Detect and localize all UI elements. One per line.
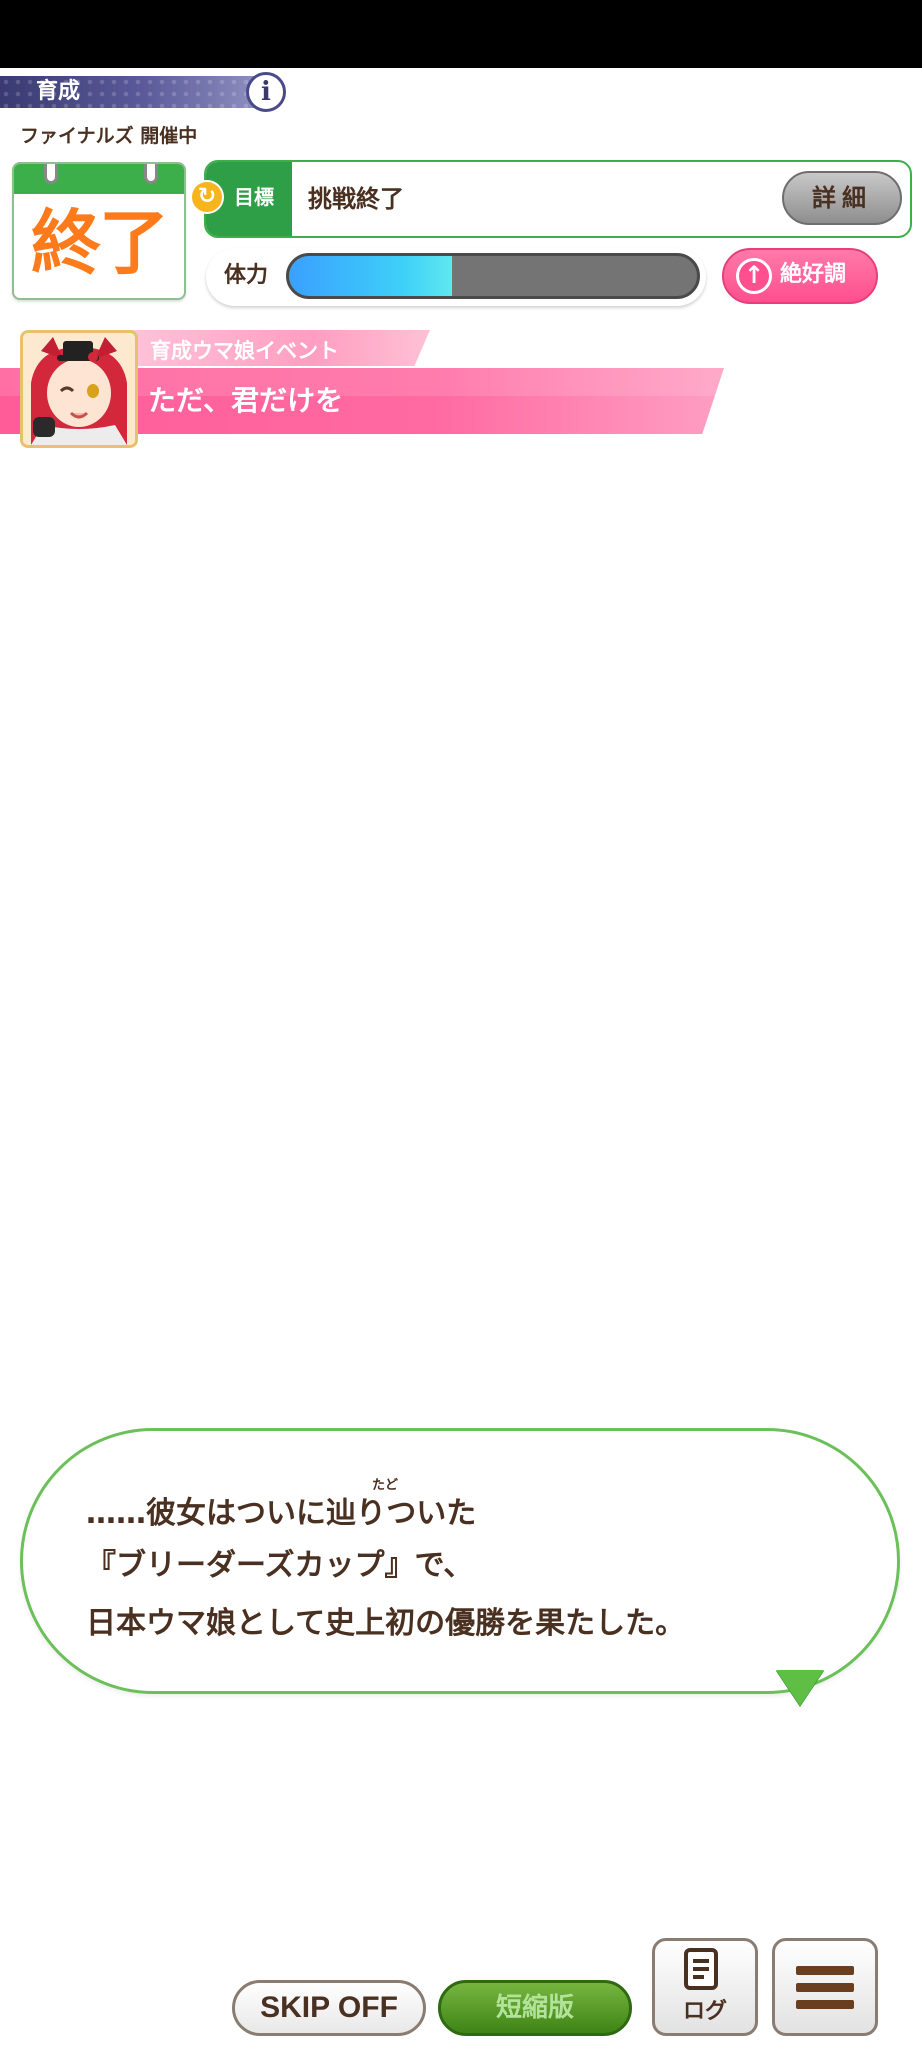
stamina-bar bbox=[286, 253, 700, 299]
detail-button[interactable]: 詳細 bbox=[782, 171, 902, 225]
stamina-label: 体力 bbox=[224, 263, 269, 288]
turn-calendar: 終了 bbox=[12, 162, 186, 300]
dialogue-line: ……彼女はついに辿りついた bbox=[86, 1496, 477, 1531]
calendar-ring-icon bbox=[144, 164, 158, 184]
skip-toggle-button[interactable]: SKIP OFF bbox=[232, 1980, 426, 2036]
calendar-header bbox=[14, 164, 184, 194]
dialogue-line: 『ブリーダーズカップ』で、 bbox=[86, 1548, 474, 1583]
stamina-fill bbox=[289, 256, 453, 296]
header-title: 育成 bbox=[36, 79, 81, 104]
calendar-turn-text: 終了 bbox=[31, 202, 169, 284]
system-status-bar bbox=[0, 0, 922, 68]
info-button[interactable]: i bbox=[246, 72, 286, 112]
info-icon: i bbox=[261, 77, 271, 107]
calendar-ring-icon bbox=[44, 164, 58, 184]
goal-text: 挑戦終了 bbox=[308, 185, 404, 213]
mood-label: 絶好調 bbox=[780, 262, 847, 287]
character-portrait-art bbox=[23, 333, 135, 445]
finals-status-label: ファイナルズ 開催中 bbox=[20, 125, 198, 147]
event-category-label: 育成ウマ娘イベント bbox=[150, 339, 339, 363]
career-event-screen: 育成 i ファイナルズ 開催中 終了 ↻ 目標 挑戦終了 詳細 体力 ↑ 絶好調… bbox=[0, 0, 922, 2048]
header-tab: 育成 bbox=[0, 76, 260, 108]
menu-icon bbox=[796, 1966, 854, 2009]
next-arrow-icon bbox=[776, 1670, 824, 1706]
dialogue-ruby-text: たど bbox=[372, 1478, 399, 1493]
log-button-label: ログ bbox=[682, 1999, 727, 2024]
short-version-button[interactable]: 短縮版 bbox=[438, 1980, 632, 2036]
goal-label: 目標 bbox=[234, 185, 274, 209]
log-document-icon bbox=[684, 1948, 718, 1990]
event-title: ただ、君だけを bbox=[148, 384, 344, 417]
up-arrow-icon: ↑ bbox=[736, 258, 772, 294]
refresh-icon: ↻ bbox=[190, 180, 224, 214]
dialogue-line: 日本ウマ娘として史上初の優勝を果たした。 bbox=[86, 1606, 686, 1641]
character-portrait bbox=[20, 330, 138, 448]
